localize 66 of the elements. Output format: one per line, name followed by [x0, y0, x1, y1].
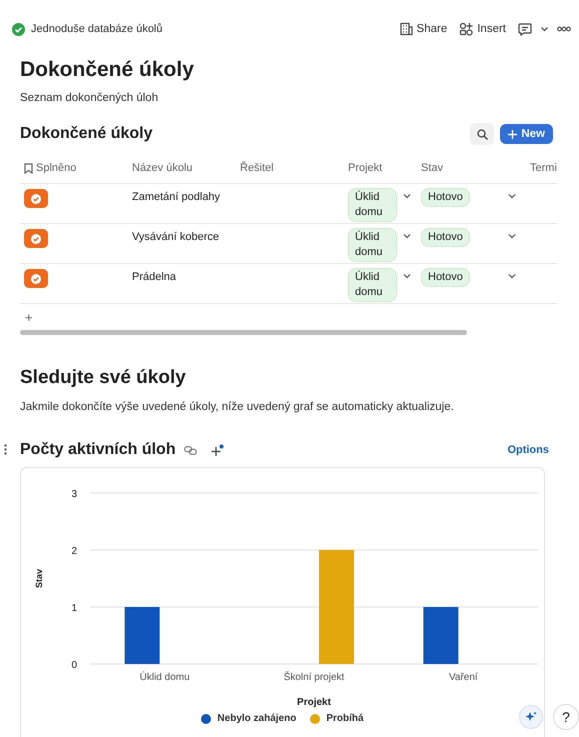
legend-label: Nebylo zahájeno: [217, 713, 296, 724]
status-tag: Hotovo: [421, 188, 470, 207]
x-tick-label: Školní projekt: [284, 672, 344, 683]
options-link[interactable]: Options: [507, 444, 549, 456]
share-button[interactable]: Share: [394, 22, 452, 36]
chart-title: Počty aktivních úloh: [20, 441, 176, 459]
caret-icon[interactable]: [540, 25, 549, 33]
insert-button[interactable]: Insert: [455, 22, 510, 36]
column-header[interactable]: Splněno: [20, 153, 128, 184]
bookmark-icon: [24, 162, 33, 174]
check-icon: [31, 194, 41, 204]
page-subtitle: Seznam dokončených úloh: [20, 92, 160, 104]
legend-label: Probíhá: [326, 713, 364, 724]
caret-icon[interactable]: [403, 233, 411, 239]
section-title: Sledujte své úkoly: [20, 367, 187, 389]
caret-icon[interactable]: [403, 193, 411, 199]
shapes-plus-icon: [459, 22, 474, 36]
sparkle-icon: [525, 711, 537, 723]
column-header[interactable]: Termi: [526, 153, 557, 184]
column-header[interactable]: Název úkolu: [128, 153, 236, 184]
task-name: Prádelna: [132, 270, 176, 283]
comment-icon[interactable]: [518, 22, 532, 36]
search-button[interactable]: [470, 123, 494, 145]
column-header[interactable]: Řešitel: [236, 153, 344, 184]
plus-icon[interactable]: [210, 444, 224, 456]
x-axis-title: Projekt: [297, 697, 331, 708]
y-tick-label: 3: [71, 489, 77, 500]
checkbox[interactable]: [24, 269, 48, 288]
ai-button[interactable]: [519, 705, 543, 729]
building-icon: [398, 22, 413, 36]
checkbox[interactable]: [24, 189, 48, 208]
project-tag: Úklid domu: [348, 228, 397, 262]
plus-icon: [508, 130, 518, 138]
add-row-button[interactable]: +: [20, 304, 557, 326]
y-tick-label: 0: [71, 660, 77, 671]
new-button[interactable]: New: [500, 124, 553, 144]
caret-icon[interactable]: [508, 193, 516, 199]
search-icon: [476, 128, 488, 140]
section-text: Jakmile dokončíte výše uvedené úkoly, níže uvedený graf se automaticky aktualizuje.: [20, 401, 455, 413]
table-title: Dokončené úkoly: [20, 125, 152, 143]
x-tick-label: Vaření: [448, 672, 478, 683]
caret-icon[interactable]: [403, 273, 411, 279]
column-header[interactable]: Stav: [417, 153, 526, 184]
drag-handle-icon[interactable]: [4, 444, 7, 455]
more-icon[interactable]: [557, 25, 571, 33]
status-tag: Hotovo: [421, 268, 470, 287]
column-header[interactable]: Projekt: [344, 153, 417, 184]
help-button[interactable]: ?: [553, 704, 579, 730]
document-title: Jednoduše databáze úkolů: [31, 23, 164, 35]
scrollbar[interactable]: [20, 330, 467, 335]
task-name: Zametání podlahy: [132, 190, 220, 203]
check-icon: [31, 234, 41, 244]
caret-icon[interactable]: [508, 273, 516, 279]
checkbox[interactable]: [24, 229, 48, 248]
project-tag: Úklid domu: [348, 188, 397, 222]
link-icon[interactable]: [184, 446, 197, 454]
check-icon: [31, 274, 41, 284]
x-tick-label: Úklid domu: [140, 672, 190, 683]
page-title: Dokončené úkoly: [20, 58, 195, 82]
caret-icon[interactable]: [508, 233, 516, 239]
status-tag: Hotovo: [421, 228, 470, 247]
project-tag: Úklid domu: [348, 268, 397, 302]
y-tick-label: 2: [71, 546, 77, 557]
task-name: Vysávání koberce: [132, 230, 220, 243]
y-axis-title: Stav: [34, 569, 44, 588]
y-tick-label: 1: [71, 603, 77, 614]
